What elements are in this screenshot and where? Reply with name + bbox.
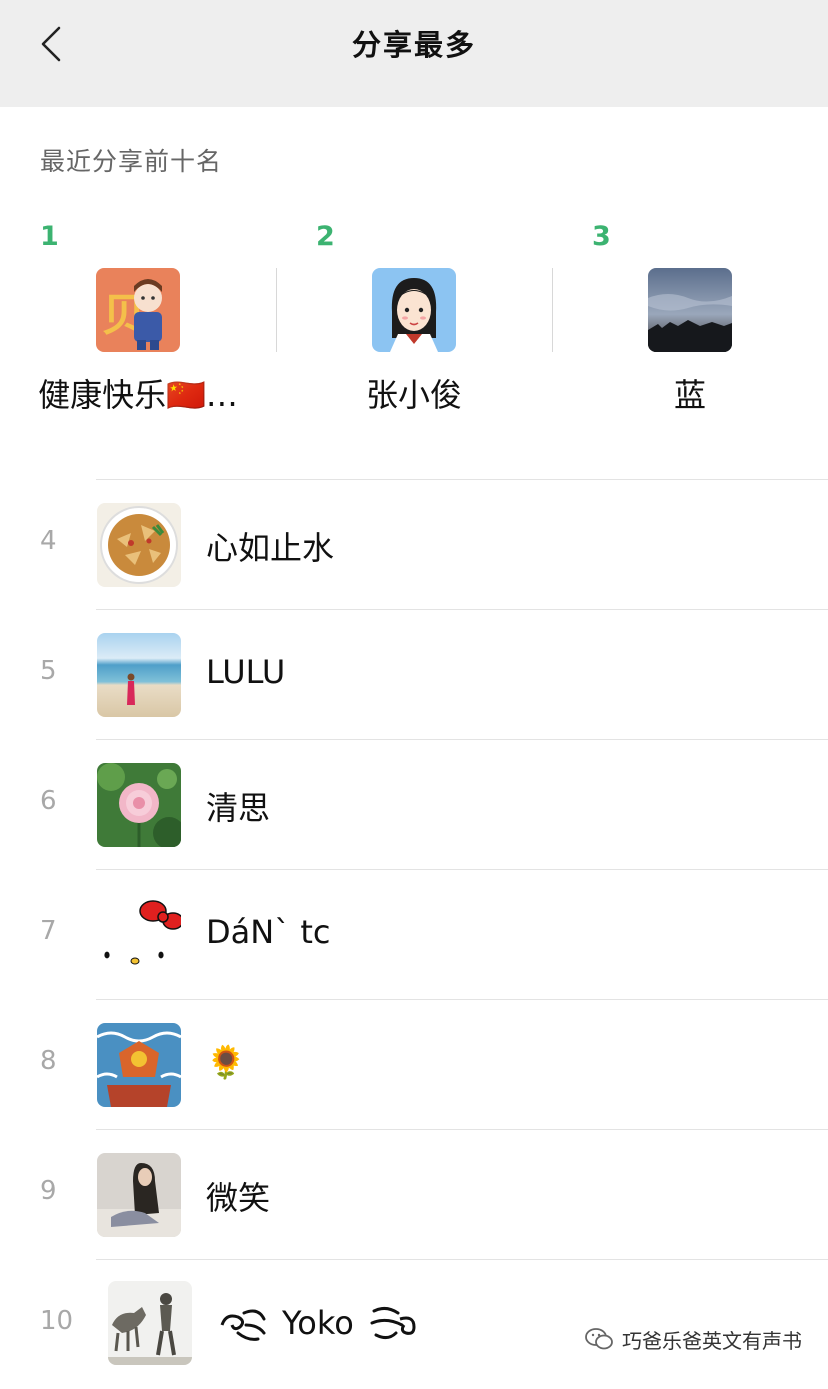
rank-number: 7 <box>40 916 57 946</box>
user-name: 张小俊 <box>365 376 462 414</box>
avatar[interactable] <box>648 268 732 352</box>
user-name: Yoko <box>218 1303 418 1343</box>
rank-number: 6 <box>40 786 57 816</box>
swirl-icon <box>370 1306 416 1340</box>
podium-item-2[interactable]: 2 张小俊 <box>276 215 552 425</box>
list-item[interactable]: 8 🌻 <box>0 999 828 1129</box>
rank-number: 3 <box>592 221 611 252</box>
podium-item-3[interactable]: 3 蓝 <box>552 215 828 425</box>
rank-number: 8 <box>40 1046 57 1076</box>
ranking-list: 4 心如止水 5 LULU 6 清思 7 DáN` tc 8 🌻 9 微笑 10… <box>0 479 828 1389</box>
avatar[interactable] <box>97 633 181 717</box>
avatar[interactable] <box>372 268 456 352</box>
user-name: 蓝 <box>673 376 706 414</box>
section-title: 最近分享前十名 <box>40 147 223 176</box>
rank-number: 5 <box>40 656 57 686</box>
wechat-icon <box>585 1328 613 1350</box>
avatar[interactable] <box>108 1281 192 1365</box>
swirl-icon <box>220 1309 266 1341</box>
user-name: DáN` tc <box>206 913 331 951</box>
watermark-text: 巧爸乐爸英文有声书 <box>622 1328 802 1353</box>
user-name: 健康快乐🇨🇳… <box>38 376 238 414</box>
rank-number: 1 <box>40 221 59 252</box>
list-item[interactable]: 9 微笑 <box>0 1129 828 1259</box>
navigation-bar: 分享最多 <box>0 0 828 107</box>
rank-number: 10 <box>40 1306 74 1336</box>
user-name: 微笑 <box>206 1179 271 1217</box>
avatar[interactable] <box>97 893 181 977</box>
user-name-text: Yoko <box>282 1304 354 1342</box>
rank-number: 4 <box>40 526 57 556</box>
avatar[interactable] <box>97 1023 181 1107</box>
list-item[interactable]: 5 LULU <box>0 609 828 739</box>
podium-item-1[interactable]: 1 贝 健康快乐🇨🇳… <box>0 215 276 425</box>
avatar[interactable] <box>97 503 181 587</box>
page-title: 分享最多 <box>351 28 476 62</box>
avatar[interactable] <box>97 1153 181 1237</box>
user-name: 清思 <box>206 789 271 827</box>
rank-number: 9 <box>40 1176 57 1206</box>
list-item[interactable]: 7 DáN` tc <box>0 869 828 999</box>
list-item[interactable]: 6 清思 <box>0 739 828 869</box>
avatar[interactable]: 贝 <box>96 268 180 352</box>
list-item[interactable]: 4 心如止水 <box>0 479 828 609</box>
watermark: 巧爸乐爸英文有声书 <box>584 1322 802 1356</box>
top-three-podium: 1 贝 健康快乐🇨🇳… 2 张小俊 3 蓝 <box>0 215 828 435</box>
user-name: LULU <box>206 653 286 691</box>
user-name: 🌻 <box>206 1043 246 1081</box>
avatar[interactable] <box>97 763 181 847</box>
user-name: 心如止水 <box>206 529 335 567</box>
rank-number: 2 <box>316 221 335 252</box>
